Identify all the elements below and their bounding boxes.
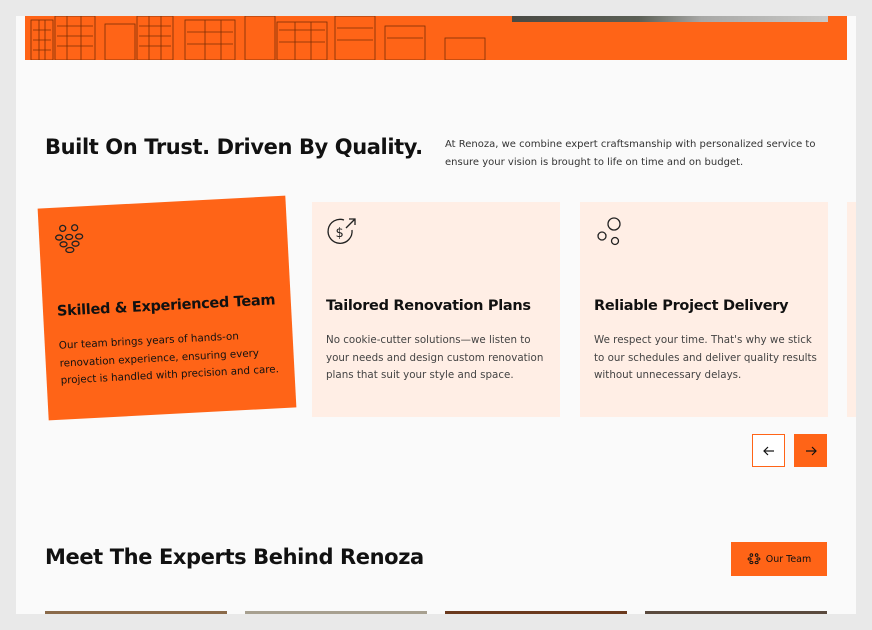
team-icon	[55, 224, 84, 254]
card-description: We respect your time. That's why we stic…	[594, 334, 817, 381]
svg-text:$: $	[336, 226, 344, 241]
carousel-next-button[interactable]	[794, 434, 827, 467]
hero-photo	[512, 16, 828, 22]
expert-photo[interactable]	[245, 611, 427, 614]
page: Built On Trust. Driven By Quality. At Re…	[16, 16, 856, 614]
feature-card-delivery[interactable]: Reliable Project Delivery We respect you…	[580, 202, 828, 417]
carousel-prev-button[interactable]	[752, 434, 785, 467]
card-title: Tailored Renovation Plans	[326, 298, 531, 314]
card-description: Our team brings years of hands-on renova…	[58, 330, 280, 387]
card-title: Skilled & Experienced Team	[56, 292, 276, 320]
building-illustration	[30, 16, 486, 60]
dollar-growth-icon: $	[327, 218, 356, 244]
card-title: Reliable Project Delivery	[594, 298, 789, 314]
section-intro: At Renoza, we combine expert craftsmansh…	[445, 139, 816, 168]
card-description: No cookie-cutter solutions—we listen to …	[326, 334, 544, 381]
arrow-left-icon	[762, 446, 774, 455]
feature-card-partial[interactable]	[847, 202, 856, 417]
experts-heading: Meet The Experts Behind Renoza	[45, 545, 424, 569]
section-headline: Built On Trust. Driven By Quality.	[45, 135, 423, 159]
bubbles-icon	[597, 217, 621, 246]
feature-card-team[interactable]: Skilled & Experienced Team Our team brin…	[37, 195, 297, 421]
our-team-label: Our Team	[765, 553, 812, 565]
expert-photo[interactable]	[445, 611, 627, 614]
team-icon	[747, 553, 761, 565]
arrow-right-icon	[805, 446, 817, 455]
expert-photo[interactable]	[645, 611, 827, 614]
hero-banner	[25, 16, 847, 60]
feature-card-plans[interactable]: $ Tailored Renovation Plans No cookie-cu…	[312, 202, 560, 417]
expert-photo[interactable]	[45, 611, 227, 614]
our-team-button[interactable]: Our Team	[731, 542, 827, 576]
